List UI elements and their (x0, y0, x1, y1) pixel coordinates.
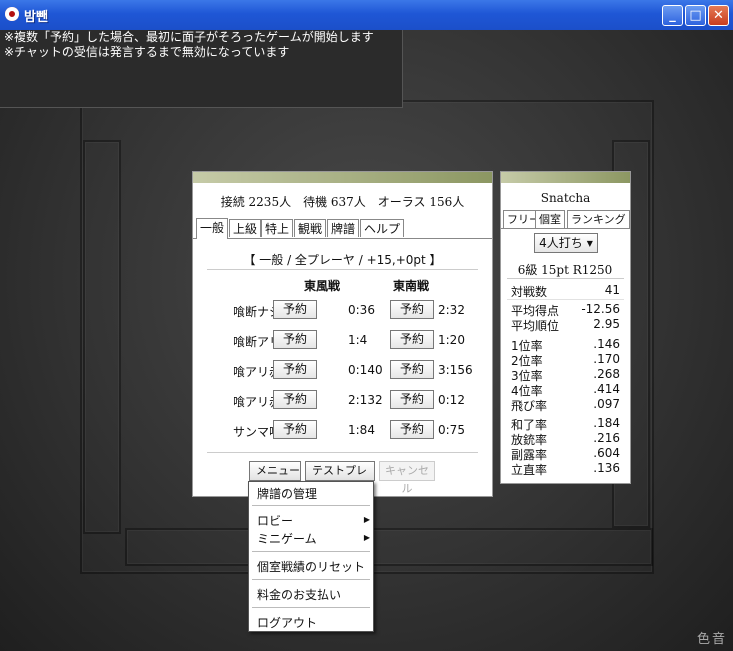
east-count: 0:36 (348, 303, 375, 317)
server-stats: 接続 2235人 待機 637人 オーラス 156人 (220, 195, 465, 209)
south-count: 0:12 (438, 393, 465, 407)
stat-value: .414 (593, 382, 620, 396)
reserve-east-button[interactable]: 予約 (273, 420, 317, 439)
stat-value: 2.95 (593, 317, 620, 331)
east-count: 1:84 (348, 423, 375, 437)
menu-item-payment[interactable]: 料金のお支払い (257, 586, 341, 603)
east-count: 0:140 (348, 363, 383, 377)
reserve-south-button[interactable]: 予約 (390, 420, 434, 439)
menu-item-lobby[interactable]: ロビー (257, 512, 293, 529)
tab-paifu[interactable]: 牌譜 (327, 219, 360, 237)
tab-upper[interactable]: 上級 (229, 219, 262, 237)
reserve-east-button[interactable]: 予約 (273, 300, 317, 319)
reserve-south-button[interactable]: 予約 (390, 330, 434, 349)
divider (507, 299, 624, 300)
background-frame-left (83, 140, 121, 534)
title-bar: 밤뺀 _ □ ✕ (0, 0, 733, 31)
stat-label: 平均順位 (511, 319, 560, 333)
reserve-east-button[interactable]: 予約 (273, 330, 317, 349)
window-title: 밤뺀 (24, 10, 48, 25)
mode-select[interactable]: 4人打ち ▼ (534, 233, 598, 253)
stat-value: .604 (593, 446, 620, 460)
stat-value: .216 (593, 431, 620, 445)
player-rank: 6級 15pt R1250 (517, 263, 613, 277)
stat-value: .136 (593, 461, 620, 475)
stat-label: 対戦数 (511, 285, 548, 299)
mode-select-value: 4人打ち (539, 236, 583, 250)
stat-value: .268 (593, 367, 620, 381)
tab-special[interactable]: 特上 (261, 219, 294, 237)
mode-title: 【 一般 / 全プレーヤ / +15,+0pt 】 (243, 253, 442, 267)
close-button[interactable]: ✕ (708, 5, 729, 26)
test-play-button[interactable]: テストプレイ▼ (305, 461, 375, 495)
menu-separator (252, 579, 370, 580)
player-name: Snatcha (540, 191, 591, 205)
menu-separator (252, 551, 370, 552)
background-frame-bottom (125, 528, 653, 566)
south-count: 0:75 (438, 423, 465, 437)
reserve-east-button[interactable]: 予約 (273, 360, 317, 379)
menu-item-paifu[interactable]: 牌譜の管理 (257, 485, 317, 502)
menu-button-label: メニュー (256, 464, 300, 477)
reserve-south-button[interactable]: 予約 (390, 390, 434, 409)
stat-value: .146 (593, 337, 620, 351)
stat-label: 飛び率 (511, 399, 548, 413)
stat-label: 立直率 (511, 463, 548, 477)
menu-separator (252, 505, 370, 506)
cancel-button[interactable]: キャンセル (379, 461, 435, 495)
maximize-button[interactable]: □ (685, 5, 706, 26)
brand-logo: 色音 (696, 632, 727, 647)
chevron-down-icon: ▼ (586, 239, 593, 248)
reserve-south-button[interactable]: 予約 (390, 360, 434, 379)
menu-separator (252, 607, 370, 608)
main-menu: 牌譜の管理 ロビー ▶ ミニゲーム ▶ 個室戦績のリセット 料金のお支払い ログ… (248, 481, 374, 632)
tab-ranking[interactable]: ランキング (567, 210, 630, 228)
submenu-arrow-icon: ▶ (363, 515, 370, 524)
lobby-tabs: 一般 上級 特上 観戦 牌譜 ヘルプ (193, 218, 492, 239)
divider (507, 278, 624, 279)
reserve-south-button[interactable]: 予約 (390, 300, 434, 319)
tab-spectate[interactable]: 観戦 (294, 219, 327, 237)
south-count: 3:156 (438, 363, 473, 377)
menu-item-logout[interactable]: ログアウト (257, 614, 317, 631)
tab-help[interactable]: ヘルプ (360, 219, 405, 237)
stat-value: .170 (593, 352, 620, 366)
menu-item-minigame[interactable]: ミニゲーム (257, 530, 317, 547)
panel-header (193, 172, 492, 183)
south-count: 1:20 (438, 333, 465, 347)
profile-panel: Snatcha フリー 個室 ランキング 4人打ち ▼ 6級 15pt R1250… (500, 171, 631, 484)
east-count: 2:132 (348, 393, 383, 407)
stat-value: .097 (593, 397, 620, 411)
divider (207, 269, 478, 270)
profile-tabs: フリー 個室 ランキング (501, 210, 630, 229)
column-south: 東南戦 (393, 279, 430, 293)
tab-general[interactable]: 一般 (196, 218, 229, 239)
stat-value: .184 (593, 416, 620, 430)
chat-log: ※複数「予約」した場合、最初に面子がそろったゲームが開始します ※チャットの受信… (0, 30, 403, 108)
panel-header (501, 172, 630, 183)
lobby-panel: 接続 2235人 待機 637人 オーラス 156人 一般 上級 特上 観戦 牌… (192, 171, 493, 497)
chat-line: ※チャットの受信は発言するまで無効になっています (4, 45, 290, 59)
reserve-east-button[interactable]: 予約 (273, 390, 317, 409)
submenu-arrow-icon: ▶ (363, 533, 370, 542)
chat-line: ※複数「予約」した場合、最初に面子がそろったゲームが開始します (4, 30, 374, 44)
column-east: 東風戦 (304, 279, 341, 293)
app-icon (5, 7, 19, 21)
divider (207, 452, 478, 453)
tab-private[interactable]: 個室 (535, 210, 565, 228)
menu-button[interactable]: メニュー▼ (249, 461, 301, 493)
game-area: ※複数「予約」した場合、最初に面子がそろったゲームが開始します ※チャットの受信… (0, 30, 733, 651)
east-count: 1:4 (348, 333, 368, 347)
stat-value: -12.56 (581, 302, 620, 316)
minimize-button[interactable]: _ (662, 5, 683, 26)
south-count: 2:32 (438, 303, 465, 317)
menu-item-reset[interactable]: 個室戦績のリセット (257, 558, 365, 575)
stat-value: 41 (604, 283, 620, 297)
